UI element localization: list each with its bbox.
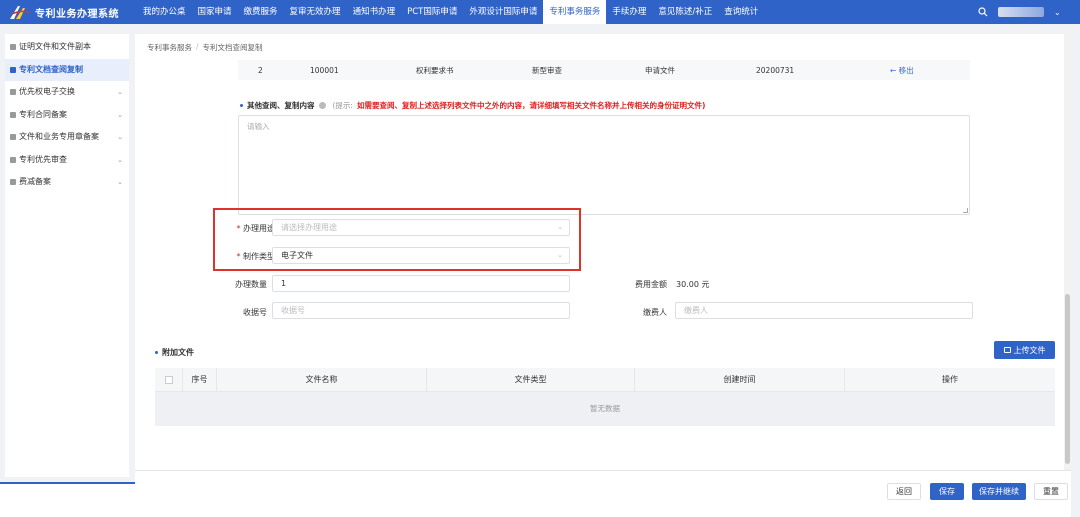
row-index: 2: [258, 65, 263, 75]
save-button[interactable]: 保存: [930, 483, 964, 500]
row-doc-name: 权利要求书: [416, 65, 454, 75]
scrollbar[interactable]: [1064, 34, 1071, 470]
breadcrumb-parent[interactable]: 专利事务服务: [147, 42, 192, 53]
nav-item[interactable]: 缴费服务: [238, 0, 284, 24]
breadcrumb-separator: /: [196, 42, 199, 51]
quantity-label: 办理数量: [235, 280, 267, 289]
save-continue-button[interactable]: 保存并继续: [972, 483, 1026, 500]
sidebar-item-label: 文件和业务专用章备案: [19, 132, 99, 141]
document-icon: [10, 66, 16, 73]
col-file-name: 文件名称: [217, 368, 427, 392]
list-icon: [10, 111, 16, 118]
help-icon[interactable]: [318, 102, 326, 109]
nav-item[interactable]: 我的办公桌: [137, 0, 192, 24]
payer-label: 缴费人: [643, 308, 667, 317]
other-content-label: 其他查阅、复制内容 (提示: 如需要查阅、复制上述选择列表文件中之外的内容，请详细…: [240, 100, 705, 111]
logo-icon: [8, 4, 30, 20]
nav-item[interactable]: 外观设计国际申请: [463, 0, 543, 24]
footer-actions: 返回 保存 保存并继续 重置: [135, 470, 1071, 517]
upload-button[interactable]: 上传文件: [994, 341, 1055, 359]
sidebar-item[interactable]: 证明文件和文件副本: [5, 36, 129, 59]
empty-state: 暂无数据: [155, 392, 1055, 426]
receipt-label: 收据号: [243, 308, 267, 317]
bottom-strip: [0, 482, 135, 517]
nav-item[interactable]: 查询统计: [718, 0, 764, 24]
bullet-dot: [240, 104, 243, 107]
list-icon: [10, 156, 16, 163]
user-menu[interactable]: [998, 7, 1044, 17]
sidebar-item[interactable]: 专利文档查阅复制: [5, 58, 129, 81]
nav-item[interactable]: PCT国际申请: [401, 0, 463, 24]
sidebar-item-label: 专利文档查阅复制: [19, 64, 83, 74]
nav-item[interactable]: 意见陈述/补正: [652, 0, 718, 24]
nav-item[interactable]: 手续办理: [606, 0, 652, 24]
col-actions: 操作: [942, 375, 958, 384]
chevron-down-icon: ⌄: [117, 155, 123, 164]
main-panel: 专利事务服务 / 专利文档查阅复制 2 100001 权利要求书 新型审查 申请…: [135, 34, 1071, 470]
app-title: 专利业务办理系统: [35, 8, 119, 20]
stamp-icon: [10, 134, 16, 140]
row-date: 20200731: [756, 65, 795, 75]
payer-input[interactable]: 缴费人: [675, 302, 973, 319]
bullet-dot: [155, 351, 158, 354]
chevron-down-icon: ⌄: [117, 88, 123, 96]
row-number: 100001: [310, 65, 339, 75]
top-navbar: 专利业务办理系统 我的办公桌 国家申请 缴费服务 复审无效办理 通知书办理 PCT国际申请…: [0, 0, 1080, 24]
sidebar: 证明文件和文件副本 专利文档查阅复制 优先权电子交换 ⌄ 专利合同备案 ⌄ 文件和业务专用章…: [5, 34, 129, 477]
gear-icon: [10, 179, 16, 185]
sidebar-item[interactable]: 优先权电子交换 ⌄: [5, 81, 129, 104]
upload-icon: [1003, 347, 1011, 353]
fee-value: 30.00 元: [676, 280, 710, 289]
top-right-tools: ⌄: [978, 5, 1062, 19]
search-icon[interactable]: [978, 7, 988, 17]
hint-prefix: (提示:: [332, 101, 353, 110]
scrollbar-thumb[interactable]: [1065, 294, 1070, 464]
attachments-title: 附加文件: [155, 347, 194, 358]
breadcrumb-current: 专利文档查阅复制: [202, 43, 263, 52]
textarea-placeholder: 请输入: [247, 122, 270, 131]
sidebar-item-label: 专利优先审查: [19, 154, 67, 164]
table-row: 2 100001 权利要求书 新型审查 申请文件 20200731 ← 移出: [238, 60, 970, 80]
nav-item[interactable]: 专利事务服务: [543, 0, 607, 24]
highlight-box: [213, 208, 581, 271]
sidebar-item-label: 证明文件和文件副本: [19, 42, 91, 51]
main-nav: 我的办公桌 国家申请 缴费服务 复审无效办理 通知书办理 PCT国际申请 外观设计国际申请专…: [137, 0, 764, 24]
sidebar-item[interactable]: 文件和业务专用章备案 ⌄: [5, 126, 129, 149]
chevron-down-icon: ⌄: [117, 178, 123, 186]
row-stage: 新型审查: [532, 65, 562, 75]
certificate-icon: [10, 44, 16, 50]
list-icon: [10, 89, 16, 95]
col-created: 创建时间: [635, 368, 845, 392]
sidebar-item[interactable]: 专利合同备案 ⌄: [5, 104, 129, 127]
nav-item[interactable]: 复审无效办理: [284, 0, 347, 24]
sidebar-item[interactable]: 专利优先审查 ⌄: [5, 149, 129, 172]
fee-label: 费用金额: [635, 280, 667, 289]
app-logo[interactable]: 专利业务办理系统: [8, 3, 119, 21]
chevron-down-icon: ⌄: [117, 133, 123, 141]
select-all-checkbox[interactable]: [155, 368, 183, 392]
sidebar-item-label: 专利合同备案: [19, 109, 67, 119]
remove-link[interactable]: ← 移出: [890, 65, 914, 76]
sidebar-item[interactable]: 费减备案 ⌄: [5, 171, 129, 194]
sidebar-item-label: 费减备案: [19, 177, 51, 186]
nav-item[interactable]: 通知书办理: [347, 0, 402, 24]
resize-handle[interactable]: [963, 208, 968, 213]
col-index: 序号: [183, 368, 217, 392]
chevron-down-icon[interactable]: ⌄: [1054, 8, 1062, 17]
attachments-table: 序号 文件名称 文件类型 创建时间 操作 暂无数据: [155, 368, 1055, 426]
hint-text: 如需要查阅、复制上述选择列表文件中之外的内容，请详细填写相关文件名称并上传相关的…: [356, 101, 706, 110]
receipt-input[interactable]: 收据号: [272, 302, 570, 319]
other-content-textarea[interactable]: 请输入: [238, 115, 970, 215]
other-content-title: 其他查阅、复制内容: [247, 101, 315, 110]
back-button[interactable]: 返回: [887, 483, 921, 500]
col-file-type: 文件类型: [427, 368, 635, 392]
nav-item[interactable]: 国家申请: [192, 0, 238, 24]
reset-button[interactable]: 重置: [1034, 483, 1068, 500]
quantity-input[interactable]: 1: [272, 275, 570, 292]
row-category: 申请文件: [645, 65, 675, 75]
table-header: 序号 文件名称 文件类型 创建时间 操作: [155, 368, 1055, 392]
breadcrumb: 专利事务服务 / 专利文档查阅复制: [147, 42, 263, 53]
chevron-down-icon: ⌄: [117, 110, 123, 119]
sidebar-item-label: 优先权电子交换: [19, 87, 75, 96]
